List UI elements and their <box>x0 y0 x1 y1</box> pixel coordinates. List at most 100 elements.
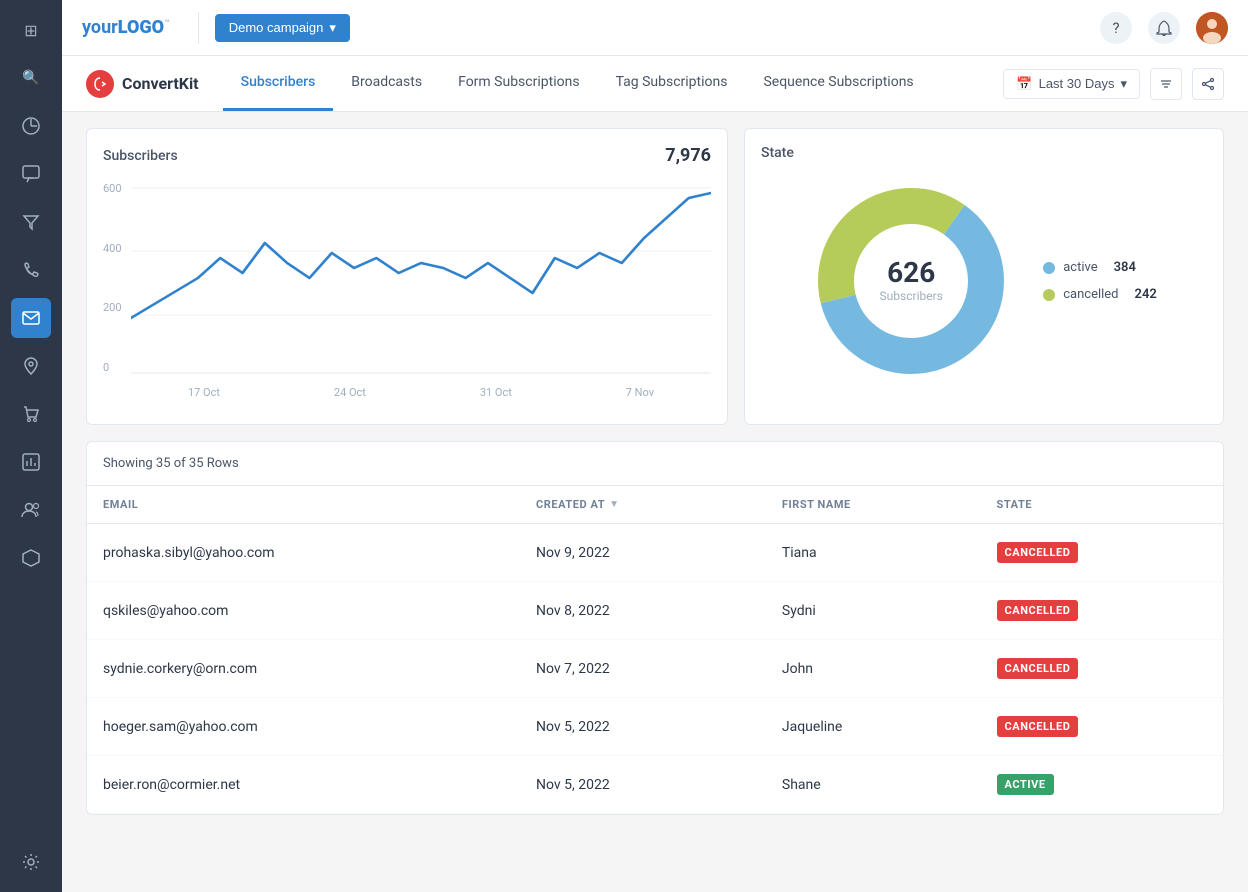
cell-created-at: Nov 8, 2022 <box>520 582 766 640</box>
table-row: prohaska.sibyl@yahoo.com Nov 9, 2022 Tia… <box>87 524 1223 582</box>
chevron-down-icon: ▾ <box>1120 76 1127 92</box>
sidebar-item-location[interactable] <box>11 346 51 386</box>
subnav: ConvertKit Subscribers Broadcasts Form S… <box>62 56 1248 112</box>
table-section: Showing 35 of 35 Rows EMAIL CREATED AT ▼ <box>62 441 1248 892</box>
sidebar: ⊞ 🔍 <box>0 0 62 892</box>
col-email: EMAIL <box>87 486 520 524</box>
sidebar-item-settings[interactable] <box>11 842 51 882</box>
subscribers-chart-card: Subscribers 7,976 600 400 200 0 <box>86 128 728 425</box>
sidebar-item-phone[interactable] <box>11 250 51 290</box>
sidebar-item-search[interactable]: 🔍 <box>11 58 51 98</box>
status-badge: CANCELLED <box>997 600 1079 621</box>
cell-state: ACTIVE <box>981 756 1223 814</box>
active-label: active <box>1063 260 1097 275</box>
topbar: yourLOGO™ Demo campaign ▾ ? <box>62 0 1248 56</box>
donut-chart: 626 Subscribers <box>811 181 1011 381</box>
charts-section: Subscribers 7,976 600 400 200 0 <box>62 112 1248 441</box>
donut-total: 626 <box>880 259 943 287</box>
sidebar-item-chat[interactable] <box>11 154 51 194</box>
state-chart-header: State <box>761 145 1207 161</box>
x-label-24oct: 24 Oct <box>334 386 366 399</box>
table-row: sydnie.corkery@orn.com Nov 7, 2022 John … <box>87 640 1223 698</box>
cell-first-name: John <box>766 640 981 698</box>
cell-first-name: Tiana <box>766 524 981 582</box>
x-label-17oct: 17 Oct <box>188 386 220 399</box>
sidebar-item-dashboard[interactable] <box>11 106 51 146</box>
subscribers-chart-total: 7,976 <box>665 145 711 166</box>
topbar-right: ? <box>1100 12 1228 44</box>
status-badge: CANCELLED <box>997 658 1079 679</box>
content-area: ConvertKit Subscribers Broadcasts Form S… <box>62 56 1248 892</box>
data-table: EMAIL CREATED AT ▼ FIRST NAME <box>87 486 1223 814</box>
table-card: Showing 35 of 35 Rows EMAIL CREATED AT ▼ <box>86 441 1224 815</box>
table-row: hoeger.sam@yahoo.com Nov 5, 2022 Jaqueli… <box>87 698 1223 756</box>
share-icon[interactable] <box>1192 68 1224 100</box>
table-row: qskiles@yahoo.com Nov 8, 2022 Sydni CANC… <box>87 582 1223 640</box>
cell-created-at: Nov 5, 2022 <box>520 698 766 756</box>
sidebar-item-integrations[interactable] <box>11 538 51 578</box>
x-label-31oct: 31 Oct <box>480 386 512 399</box>
sidebar-item-email[interactable] <box>11 298 51 338</box>
cancelled-count: 242 <box>1135 287 1157 302</box>
status-badge: CANCELLED <box>997 716 1079 737</box>
main-container: yourLOGO™ Demo campaign ▾ ? ConvertKit <box>62 0 1248 892</box>
x-axis-labels: 17 Oct 24 Oct 31 Oct 7 Nov <box>103 382 711 399</box>
cell-state: CANCELLED <box>981 524 1223 582</box>
cell-state: CANCELLED <box>981 640 1223 698</box>
col-state: STATE <box>981 486 1223 524</box>
subnav-right: 📅 Last 30 Days ▾ <box>1003 68 1224 100</box>
date-range-label: Last 30 Days <box>1039 76 1115 91</box>
sidebar-item-home[interactable]: ⊞ <box>11 10 51 50</box>
demo-campaign-button[interactable]: Demo campaign ▾ <box>215 14 350 42</box>
brand-logo: ConvertKit <box>86 70 199 98</box>
calendar-icon: 📅 <box>1016 76 1032 92</box>
logo: yourLOGO™ <box>82 17 170 38</box>
cell-email: hoeger.sam@yahoo.com <box>87 698 520 756</box>
legend-active: active 384 <box>1043 260 1157 275</box>
cancelled-dot <box>1043 289 1055 301</box>
brand-name: ConvertKit <box>122 74 199 93</box>
sidebar-item-reports[interactable] <box>11 442 51 482</box>
cell-first-name: Sydni <box>766 582 981 640</box>
tab-broadcasts[interactable]: Broadcasts <box>333 56 440 111</box>
sidebar-item-users[interactable] <box>11 490 51 530</box>
col-first-name: FIRST NAME <box>766 486 981 524</box>
sidebar-item-funnel[interactable] <box>11 202 51 242</box>
cell-created-at: Nov 9, 2022 <box>520 524 766 582</box>
donut-label: Subscribers <box>880 289 943 303</box>
sidebar-item-cart[interactable] <box>11 394 51 434</box>
date-range-button[interactable]: 📅 Last 30 Days ▾ <box>1003 69 1140 99</box>
help-icon[interactable]: ? <box>1100 12 1132 44</box>
nav-tabs: Subscribers Broadcasts Form Subscription… <box>223 56 932 111</box>
active-count: 384 <box>1114 260 1136 275</box>
cell-created-at: Nov 7, 2022 <box>520 640 766 698</box>
demo-campaign-label: Demo campaign <box>229 20 324 35</box>
tab-sequence-subscriptions[interactable]: Sequence Subscriptions <box>745 56 931 111</box>
line-chart-svg <box>103 178 711 378</box>
user-avatar[interactable] <box>1196 12 1228 44</box>
donut-center: 626 Subscribers <box>880 259 943 303</box>
table-info: Showing 35 of 35 Rows <box>87 442 1223 486</box>
cell-created-at: Nov 5, 2022 <box>520 756 766 814</box>
table-row: beier.ron@cormier.net Nov 5, 2022 Shane … <box>87 756 1223 814</box>
status-badge: ACTIVE <box>997 774 1054 795</box>
x-label-7nov: 7 Nov <box>626 386 654 399</box>
cell-email: prohaska.sibyl@yahoo.com <box>87 524 520 582</box>
cell-email: sydnie.corkery@orn.com <box>87 640 520 698</box>
state-chart-title: State <box>761 145 794 161</box>
cancelled-label: cancelled <box>1063 287 1118 302</box>
col-created-at[interactable]: CREATED AT ▼ <box>520 486 766 524</box>
active-dot <box>1043 262 1055 274</box>
cell-first-name: Shane <box>766 756 981 814</box>
cell-email: beier.ron@cormier.net <box>87 756 520 814</box>
notifications-icon[interactable] <box>1148 12 1180 44</box>
line-chart-container: 600 400 200 0 17 <box>103 178 711 408</box>
tab-tag-subscriptions[interactable]: Tag Subscriptions <box>598 56 746 111</box>
tab-form-subscriptions[interactable]: Form Subscriptions <box>440 56 597 111</box>
filter-icon[interactable] <box>1150 68 1182 100</box>
state-chart-card: State 626 Subscribers <box>744 128 1224 425</box>
tab-subscribers[interactable]: Subscribers <box>223 56 334 111</box>
state-chart-content: 626 Subscribers active 384 cancelled <box>761 173 1207 389</box>
table-row-count: Showing 35 of 35 Rows <box>103 456 239 471</box>
y-axis-labels: 600 400 200 0 <box>103 178 122 378</box>
